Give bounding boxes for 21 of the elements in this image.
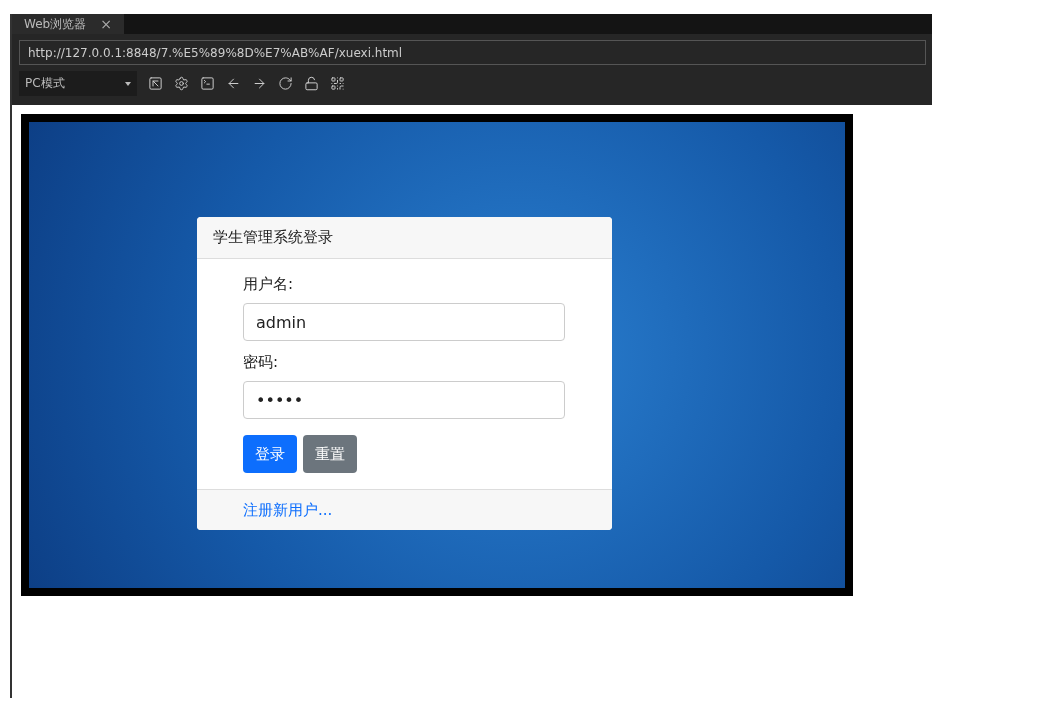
- browser-tab[interactable]: Web浏览器 ×: [12, 14, 124, 34]
- address-field[interactable]: http://127.0.0.1:8848/7.%E5%89%8D%E7%AB%AF/xuexi.html: [19, 40, 926, 65]
- field-label: 密码:: [243, 353, 280, 372]
- login-button[interactable]: 登录: [243, 435, 297, 473]
- card-title: 学生管理系统登录: [197, 217, 612, 259]
- mode-select[interactable]: PC模式: [19, 71, 137, 96]
- settings-icon[interactable]: [174, 76, 189, 91]
- refresh-icon[interactable]: [278, 76, 293, 91]
- qr-code-icon[interactable]: [330, 76, 345, 91]
- field-label: 用户名:: [243, 275, 295, 294]
- back-icon[interactable]: [226, 76, 241, 91]
- close-icon[interactable]: ×: [100, 16, 112, 32]
- forward-icon[interactable]: [252, 76, 267, 91]
- unlock-icon[interactable]: [304, 76, 319, 91]
- caret-icon: [125, 81, 131, 86]
- expand-icon[interactable]: [148, 76, 163, 91]
- input-field[interactable]: •••••: [243, 381, 565, 419]
- terminal-icon[interactable]: [200, 76, 215, 91]
- register-link[interactable]: 注册新用户...: [243, 501, 333, 519]
- input-field[interactable]: admin: [243, 303, 565, 341]
- reset-button[interactable]: 重置: [303, 435, 357, 473]
